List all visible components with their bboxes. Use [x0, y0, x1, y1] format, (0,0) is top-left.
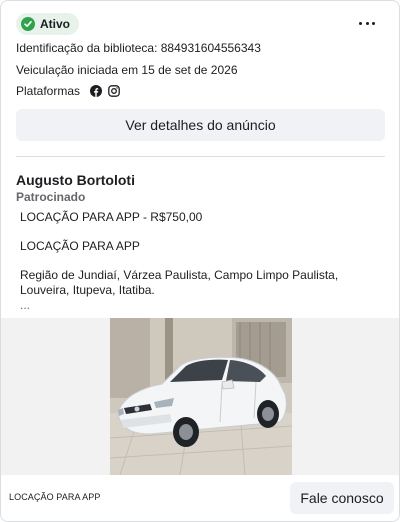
- ad-card: Ativo Identificação da biblioteca: 88493…: [0, 0, 400, 522]
- ad-text-line: LOCAÇÃO PARA APP - R$750,00: [20, 210, 203, 224]
- status-label: Ativo: [40, 17, 70, 31]
- footer-title: LOCAÇÃO PARA APP: [9, 492, 101, 502]
- facebook-icon: [90, 85, 103, 97]
- ad-text-line: LOCAÇÃO PARA APP: [20, 239, 140, 253]
- platforms-label: Plataformas: [16, 84, 81, 98]
- contact-us-button[interactable]: Fale conosco: [290, 482, 394, 514]
- more-horizontal-icon[interactable]: [359, 15, 375, 31]
- see-ad-details-button[interactable]: Ver detalhes do anúncio: [16, 109, 385, 141]
- check-circle-icon: [21, 17, 35, 31]
- status-badge: Ativo: [16, 13, 79, 35]
- ad-image[interactable]: [110, 318, 292, 475]
- status-row: Ativo: [16, 13, 79, 35]
- library-id: Identificação da biblioteca: 88493160455…: [16, 41, 261, 55]
- divider: [16, 156, 385, 157]
- platforms-row: Plataformas: [16, 84, 120, 98]
- instagram-icon: [108, 85, 120, 97]
- ad-text-ellipsis: ...: [20, 298, 31, 312]
- advertiser-name[interactable]: Augusto Bortoloti: [16, 172, 135, 188]
- ad-text-line: Região de Jundiaí, Várzea Paulista, Camp…: [20, 268, 339, 297]
- sponsored-label: Patrocinado: [16, 190, 86, 204]
- start-date: Veiculação iniciada em 15 de set de 2026: [16, 63, 238, 77]
